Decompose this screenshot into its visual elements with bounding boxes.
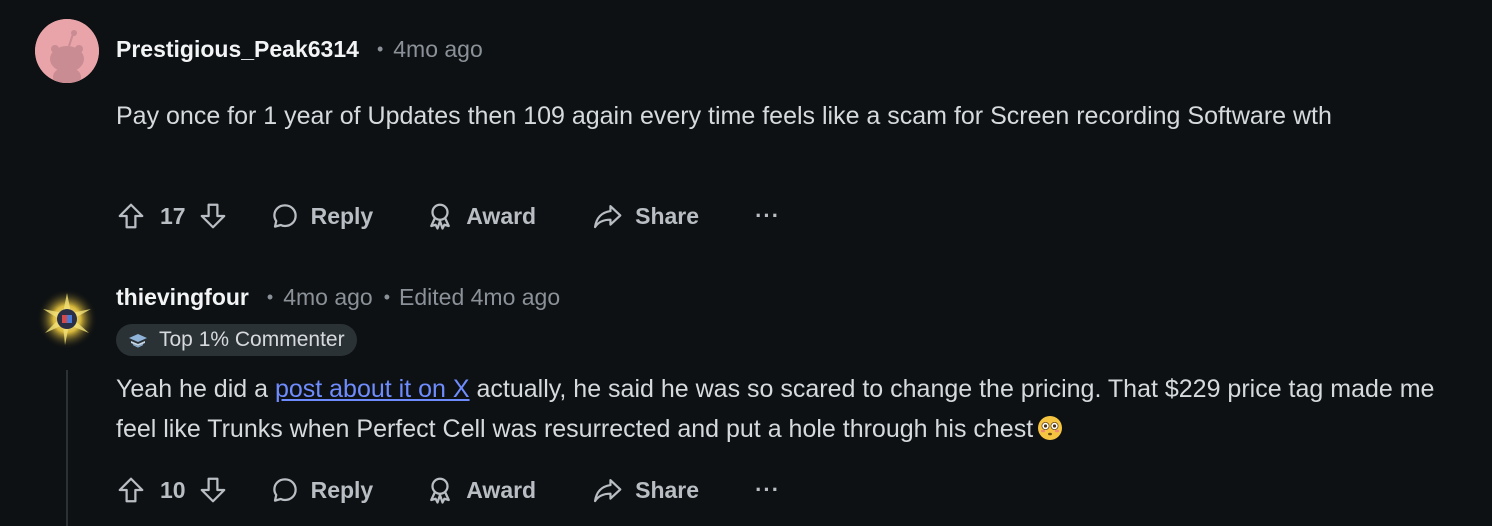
more-icon: ···	[755, 203, 781, 228]
award-icon	[430, 477, 451, 504]
share-button[interactable]: Share	[592, 475, 699, 505]
reply-button[interactable]: Reply	[270, 201, 374, 231]
award-icon	[430, 203, 451, 230]
separator-dot: •	[266, 287, 274, 307]
separator-dot: •	[383, 287, 391, 307]
downvote-icon[interactable]	[198, 475, 228, 505]
username[interactable]: Prestigious_Peak6314	[116, 36, 359, 63]
separator-dot: •	[376, 39, 384, 59]
vote-group: 17	[116, 201, 228, 231]
share-icon	[594, 479, 622, 503]
flushed-emoji-icon	[1038, 416, 1063, 440]
award-button[interactable]: Award	[425, 201, 536, 231]
vote-group: 10	[116, 475, 228, 505]
avatar[interactable]	[35, 287, 99, 351]
timestamp[interactable]: 4mo ago	[283, 284, 373, 311]
reply-label: Reply	[310, 476, 374, 503]
commenter-badge-icon	[129, 334, 147, 348]
upvote-icon[interactable]	[116, 201, 146, 231]
avatar[interactable]	[35, 19, 99, 83]
comment: Prestigious_Peak6314 • 4mo ago Pay once …	[0, 0, 1492, 260]
more-options-button[interactable]: ···	[755, 477, 780, 503]
timestamp[interactable]: 4mo ago	[393, 36, 483, 63]
badge-label: Top 1% Commenter	[159, 328, 345, 351]
comment-body: Pay once for 1 year of Updates then 109 …	[116, 102, 1332, 130]
award-label: Award	[466, 476, 537, 503]
reply-button[interactable]: Reply	[270, 475, 374, 505]
more-options-button[interactable]: ···	[755, 203, 780, 229]
share-button[interactable]: Share	[592, 201, 699, 231]
comment-actions: 17 Reply Award Share ···	[116, 196, 780, 236]
comment-actions: 10 Reply Award Share ···	[116, 470, 780, 510]
vote-count: 17	[160, 202, 186, 229]
vote-count: 10	[160, 476, 186, 503]
comment-meta: thievingfour • 4mo ago • Edited 4mo ago	[116, 284, 560, 311]
top-commenter-badge[interactable]: Top 1% Commenter	[116, 324, 357, 356]
post-link[interactable]: post about it on X	[275, 375, 470, 403]
username[interactable]: thievingfour	[116, 284, 249, 311]
edited-label: Edited 4mo ago	[399, 284, 561, 310]
award-label: Award	[466, 202, 537, 229]
more-icon: ···	[755, 477, 781, 502]
share-label: Share	[635, 202, 700, 229]
reply-icon	[272, 204, 297, 228]
downvote-icon[interactable]	[198, 201, 228, 231]
share-icon	[594, 205, 622, 229]
reply-icon	[272, 478, 297, 502]
comment-body: Yeah he did a post about it on X actuall…	[116, 369, 1476, 449]
body-text: Yeah he did a	[116, 375, 275, 403]
thread-line[interactable]	[66, 370, 68, 526]
upvote-icon[interactable]	[116, 475, 146, 505]
reply-label: Reply	[310, 202, 374, 229]
award-button[interactable]: Award	[425, 475, 536, 505]
share-label: Share	[635, 476, 700, 503]
comment-meta: Prestigious_Peak6314 • 4mo ago	[116, 36, 483, 63]
